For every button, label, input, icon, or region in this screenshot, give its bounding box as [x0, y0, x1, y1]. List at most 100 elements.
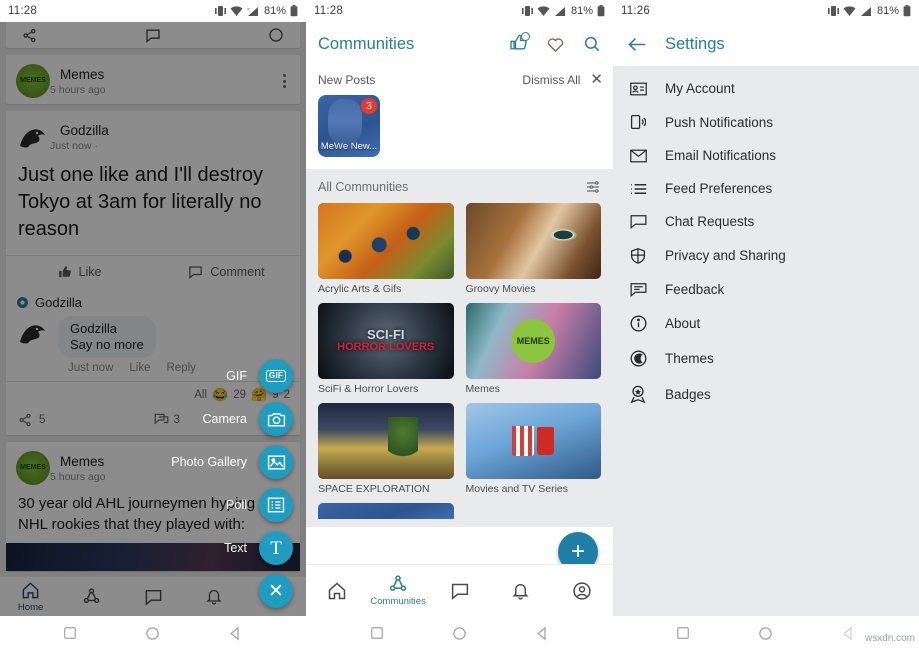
settings-item-label: Badges — [665, 386, 711, 402]
community-tile[interactable]: MEMES Memes — [465, 303, 601, 395]
recents-button[interactable] — [370, 626, 384, 640]
back-arrow-icon[interactable] — [627, 36, 647, 53]
settings-item-privacy-and-sharing[interactable]: Privacy and Sharing — [613, 238, 919, 273]
settings-item-chat-requests[interactable]: Chat Requests — [613, 205, 919, 238]
avatar[interactable]: MEMES — [16, 64, 50, 98]
signal-icon — [554, 6, 565, 16]
id-card-icon — [629, 82, 647, 96]
emoji-circle-icon[interactable] — [268, 27, 284, 43]
fab-item-poll[interactable]: Poll — [226, 488, 293, 522]
cup-shape — [537, 427, 555, 455]
recents-button[interactable] — [63, 626, 77, 640]
home-button[interactable] — [758, 626, 773, 641]
settings-list[interactable]: My Account Push Notifications Email Noti… — [613, 66, 919, 616]
back-button[interactable] — [841, 626, 856, 641]
comment-button[interactable]: Comment — [153, 256, 300, 288]
filter-sliders-icon[interactable] — [585, 179, 601, 195]
android-nav-bar-mid — [306, 616, 613, 650]
camera-glyph — [267, 412, 285, 427]
avatar[interactable] — [16, 120, 50, 154]
post-card-memes-top[interactable]: MEMES Memes 5 hours ago — [6, 55, 300, 104]
post-menu-button[interactable] — [283, 74, 290, 88]
close-icon[interactable]: ✕ — [259, 574, 293, 608]
status-time: 11:28 — [314, 5, 343, 17]
settings-item-label: About — [665, 316, 701, 331]
fab-label: Text — [224, 541, 247, 555]
avatar[interactable]: MEMES — [16, 451, 50, 485]
like-button[interactable]: Like — [6, 256, 153, 288]
post-action-bar: Like Comment — [6, 255, 300, 288]
settings-item-badges[interactable]: Badges — [613, 376, 919, 412]
tab-chat[interactable] — [429, 582, 490, 600]
settings-item-label: Chat Requests — [665, 214, 755, 229]
search-icon[interactable] — [583, 35, 601, 53]
popcorn-shape — [512, 426, 535, 456]
close-icon[interactable]: ✕ — [590, 72, 603, 87]
thumbs-up-badge-icon[interactable] — [509, 31, 530, 56]
community-tile[interactable]: Acrylic Arts & Gifs — [318, 203, 454, 295]
settings-item-themes[interactable]: Themes — [613, 341, 919, 376]
tab-profile[interactable] — [552, 581, 613, 601]
community-tile-partial[interactable] — [318, 503, 454, 519]
share-icon — [19, 413, 31, 427]
settings-item-feedback[interactable]: Feedback — [613, 273, 919, 306]
community-tile[interactable]: Groovy Movies — [465, 203, 601, 295]
home-button[interactable] — [452, 626, 467, 641]
new-post-card[interactable]: 3 MeWe New... — [318, 95, 380, 157]
fab-item-text[interactable]: Text T — [224, 531, 293, 565]
avatar[interactable] — [16, 316, 50, 350]
tab-communities[interactable] — [61, 587, 122, 606]
fab-item-gif[interactable]: GIF GIF — [226, 359, 293, 393]
status-bar-left: 11:28 × 81% — [0, 0, 306, 22]
battery-percent: 81% — [876, 5, 899, 17]
settings-item-feed-preferences[interactable]: Feed Preferences — [613, 172, 919, 205]
vibrate-icon — [521, 6, 533, 16]
poll-glyph — [267, 497, 285, 513]
comment-icon[interactable] — [145, 28, 161, 43]
tab-home[interactable] — [306, 581, 367, 601]
post-author: Memes — [60, 453, 105, 469]
share-count-group[interactable]: 5 — [18, 413, 45, 427]
settings-item-my-account[interactable]: My Account — [613, 72, 919, 105]
settings-item-label: Push Notifications — [665, 114, 774, 130]
partial-post-card[interactable] — [6, 22, 300, 48]
tab-home[interactable]: Home — [0, 581, 61, 613]
chat-bubble-icon — [629, 214, 647, 229]
photo-gallery-icon[interactable] — [259, 445, 293, 479]
status-time: 11:26 — [621, 5, 650, 17]
community-name: SPACE EXPLORATION — [318, 483, 430, 495]
tab-notifications[interactable] — [490, 581, 551, 601]
fab-item-camera[interactable]: Camera — [203, 402, 293, 436]
fab-label: GIF — [226, 369, 247, 383]
tab-communities[interactable]: Communities — [367, 574, 428, 607]
gif-icon[interactable]: GIF — [259, 359, 293, 393]
comment-section-name: Godzilla — [35, 295, 82, 310]
feedback-bubble-icon — [629, 282, 647, 297]
back-button[interactable] — [535, 626, 550, 641]
fab-item-close[interactable]: ✕ — [259, 574, 293, 608]
info-circle-icon — [629, 315, 647, 332]
home-button[interactable] — [145, 626, 160, 641]
community-tile[interactable]: SPACE EXPLORATION — [318, 403, 454, 495]
watermark: wsxdn.com — [864, 633, 915, 644]
vibrate-icon — [214, 6, 226, 16]
back-button[interactable] — [228, 626, 243, 641]
poll-icon[interactable] — [259, 488, 293, 522]
community-thumbnail — [318, 203, 454, 279]
settings-item-about[interactable]: About — [613, 306, 919, 341]
heart-icon[interactable] — [546, 35, 565, 53]
community-tile[interactable]: SCI-FI HORROR LOVERS SciFi & Horror Lover… — [318, 303, 454, 395]
fab-item-photo-gallery[interactable]: Photo Gallery — [171, 445, 293, 479]
comment-like-button[interactable]: Like — [129, 362, 150, 374]
recents-button[interactable] — [676, 626, 690, 640]
community-tile[interactable]: Movies and TV Series — [465, 403, 601, 495]
comment-item[interactable]: Godzilla Say no more — [6, 312, 300, 360]
settings-item-push-notifications[interactable]: Push Notifications — [613, 105, 919, 139]
settings-item-email-notifications[interactable]: Email Notifications — [613, 139, 919, 172]
dismiss-all-button[interactable]: Dismiss All — [522, 73, 580, 87]
share-icon[interactable] — [22, 28, 37, 43]
camera-icon[interactable] — [259, 402, 293, 436]
fab-label: Camera — [202, 412, 247, 426]
thumbnail-text: SCI-FI HORROR LOVERS — [337, 327, 435, 354]
text-icon[interactable]: T — [259, 531, 293, 565]
